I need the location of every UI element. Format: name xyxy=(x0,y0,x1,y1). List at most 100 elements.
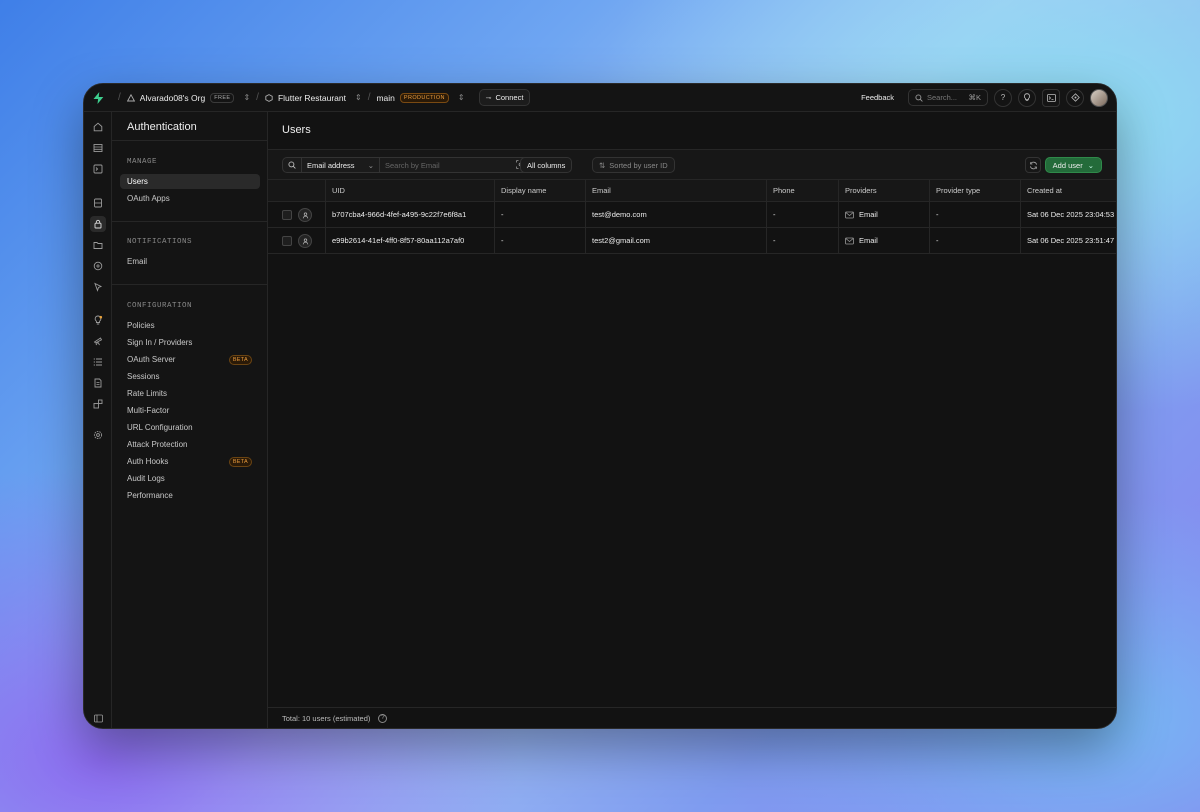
user-icon xyxy=(298,208,312,222)
sidebar-item-performance[interactable]: Performance xyxy=(120,488,260,503)
edge-functions-icon[interactable] xyxy=(90,258,106,274)
cell-display-name: - xyxy=(494,202,586,227)
sidebar-item-audit-logs[interactable]: Audit Logs xyxy=(120,471,260,486)
home-icon[interactable] xyxy=(90,119,106,135)
cell-email: test2@gmail.com xyxy=(585,228,767,253)
icon-rail xyxy=(84,112,112,728)
sql-editor-icon[interactable] xyxy=(90,161,106,177)
plug-icon: ⊸ xyxy=(485,94,492,102)
page-title: Users xyxy=(282,124,311,136)
refresh-icon[interactable] xyxy=(1025,157,1041,173)
sidebar-item-label: Auth Hooks xyxy=(127,457,169,466)
chevron-updown-icon: ⇕ xyxy=(354,93,362,102)
all-columns-button[interactable]: All columns xyxy=(520,157,573,173)
org-selector[interactable]: Alvarado08's Org FREE ⇕ xyxy=(126,92,250,103)
sidebar-item-oauth-apps[interactable]: OAuth Apps xyxy=(120,191,260,206)
cell-display-name: - xyxy=(494,228,586,253)
sidebar-item-auth-hooks[interactable]: Auth Hooks BETA xyxy=(120,454,260,469)
column-header-created-at[interactable]: Created at xyxy=(1020,180,1116,201)
sort-button[interactable]: ⇅ Sorted by user ID xyxy=(592,157,675,173)
total-users-count: Total: 10 users (estimated) xyxy=(282,713,371,723)
branch-selector[interactable]: main PRODUCTION ⇕ xyxy=(376,92,465,103)
cell-uid: e99b2614-41ef-4ff0-8f57-80aa112a7af0 xyxy=(325,228,495,253)
sidebar-item-sessions[interactable]: Sessions xyxy=(120,369,260,384)
configuration-heading: CONFIGURATION xyxy=(127,302,193,310)
users-table: UID Display name Email Phone Providers P… xyxy=(268,180,1116,254)
search-shortcut: ⌘K xyxy=(968,93,981,102)
api-docs-icon[interactable] xyxy=(90,375,106,391)
settings-gear-icon[interactable] xyxy=(90,427,106,443)
search-button[interactable]: Search... ⌘K xyxy=(908,89,988,106)
table-editor-icon[interactable] xyxy=(90,140,106,156)
sidebar-item-policies[interactable]: Policies xyxy=(120,318,260,333)
search-placeholder: Search... xyxy=(927,93,958,102)
avatar[interactable] xyxy=(1090,88,1108,107)
sidebar-title: Authentication xyxy=(127,121,197,133)
filter-field-select[interactable]: Email address ⌄ xyxy=(302,158,380,172)
mail-icon xyxy=(845,211,854,218)
breadcrumb-separator: / xyxy=(367,92,371,103)
project-selector[interactable]: Flutter Restaurant ⇕ xyxy=(265,93,362,103)
help-icon[interactable]: ? xyxy=(994,88,1012,107)
collapse-sidebar-icon[interactable] xyxy=(90,710,106,726)
storage-icon[interactable] xyxy=(90,237,106,253)
observability-telescope-icon[interactable] xyxy=(90,333,106,349)
authentication-lock-icon[interactable] xyxy=(90,216,106,232)
row-checkbox[interactable] xyxy=(282,236,292,246)
manage-heading: MANAGE xyxy=(127,158,158,166)
row-checkbox[interactable] xyxy=(282,210,292,220)
feedback-button[interactable]: Feedback xyxy=(861,93,894,102)
column-header-display-name[interactable]: Display name xyxy=(494,180,586,201)
cell-phone: - xyxy=(766,202,839,227)
realtime-icon[interactable] xyxy=(90,279,106,295)
supabase-logo-icon[interactable] xyxy=(84,84,112,112)
cell-provider-type: - xyxy=(929,202,1021,227)
logs-list-icon[interactable] xyxy=(90,354,106,370)
sidebar-item-url-configuration[interactable]: URL Configuration xyxy=(120,420,260,435)
database-icon[interactable] xyxy=(90,195,106,211)
column-header-email[interactable]: Email xyxy=(585,180,767,201)
email-search-input[interactable]: Search by Email xyxy=(380,158,530,172)
table-row[interactable]: e99b2614-41ef-4ff0-8f57-80aa112a7af0 - t… xyxy=(268,228,1116,254)
assistant-icon[interactable] xyxy=(1066,88,1084,107)
column-header-providers[interactable]: Providers xyxy=(838,180,930,201)
sidebar-item-sign-in-providers[interactable]: Sign In / Providers xyxy=(120,335,260,350)
advisors-lightbulb-icon[interactable] xyxy=(90,312,106,328)
breadcrumb-separator: / xyxy=(256,92,259,103)
notifications-heading: NOTIFICATIONS xyxy=(127,238,193,246)
user-icon xyxy=(298,234,312,248)
help-icon[interactable]: ? xyxy=(378,713,388,723)
column-header-phone[interactable]: Phone xyxy=(766,180,839,201)
add-user-button[interactable]: Add user ⌄ xyxy=(1044,157,1102,173)
cell-email: test@demo.com xyxy=(585,202,767,227)
branch-name: main xyxy=(376,92,395,103)
terminal-icon[interactable] xyxy=(1042,88,1060,107)
email-search-placeholder: Search by Email xyxy=(385,160,440,170)
sidebar-item-users[interactable]: Users xyxy=(120,174,260,189)
provider-label: Email xyxy=(859,236,878,245)
sidebar-item-email[interactable]: Email xyxy=(120,254,260,269)
main-panel: Users Email address ⌄ Search by Email Al… xyxy=(268,112,1116,728)
chevron-down-icon: ⌄ xyxy=(367,160,374,170)
column-header-provider-type[interactable]: Provider type xyxy=(929,180,1021,201)
project-name: Flutter Restaurant xyxy=(277,92,346,103)
column-header-uid[interactable]: UID xyxy=(325,180,495,201)
lightbulb-icon[interactable] xyxy=(1018,88,1036,107)
top-right-actions: Feedback Search... ⌘K ? xyxy=(861,88,1116,107)
provider-label: Email xyxy=(859,210,878,219)
sidebar-item-rate-limits[interactable]: Rate Limits xyxy=(120,386,260,401)
cell-created-at: Sat 06 Dec 2025 23:51:47 GMT xyxy=(1020,228,1116,253)
sidebar-item-attack-protection[interactable]: Attack Protection xyxy=(120,437,260,452)
integrations-icon[interactable] xyxy=(90,396,106,412)
connect-button[interactable]: ⊸ Connect xyxy=(478,89,531,106)
table-row[interactable]: b707cba4-966d-4fef-a495-9c22f7e6f8a1 - t… xyxy=(268,202,1116,228)
email-filter: Email address ⌄ Search by Email xyxy=(282,157,531,173)
org-name: Alvarado08's Org xyxy=(139,92,206,103)
sidebar-item-multi-factor[interactable]: Multi-Factor xyxy=(120,403,260,418)
all-columns-label: All columns xyxy=(527,160,566,170)
search-icon xyxy=(915,93,923,102)
cell-phone: - xyxy=(766,228,839,253)
sidebar-item-oauth-server[interactable]: OAuth Server BETA xyxy=(120,352,260,367)
search-icon xyxy=(283,158,302,172)
top-bar: / Alvarado08's Org FREE ⇕ / Flutter Rest… xyxy=(84,84,1116,112)
